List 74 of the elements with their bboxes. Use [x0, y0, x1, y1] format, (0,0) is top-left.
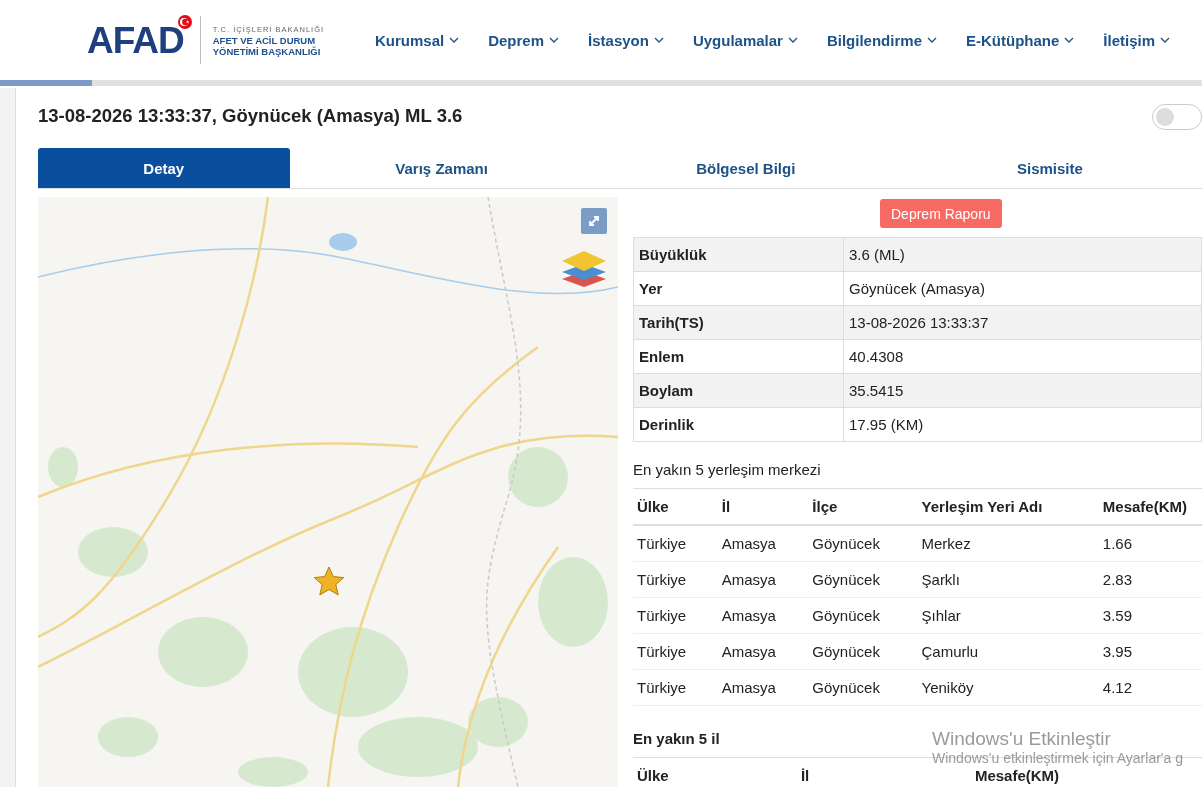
- event-title: 13-08-2026 13:33:37, Göynücek (Amasya) ML 3.6: [38, 105, 463, 128]
- tab[interactable]: Sismisite: [897, 148, 1202, 188]
- column-header: Mesafe(KM): [1098, 488, 1202, 525]
- expand-icon: [587, 214, 601, 228]
- table-cell: Göynücek: [808, 669, 918, 706]
- nav-menu-item[interactable]: Uygulamalar: [692, 31, 798, 49]
- nav-menu-item[interactable]: Bilgilendirme: [826, 31, 937, 49]
- table-cell: 3.59: [1098, 597, 1202, 634]
- chevron-down-icon: [787, 36, 798, 44]
- column-header: Ülke: [633, 488, 718, 525]
- detail-value: 13-08-2026 13:33:37: [843, 305, 1202, 340]
- fullscreen-button[interactable]: [581, 208, 607, 234]
- chevron-down-icon: [653, 36, 664, 44]
- table-cell: Amasya: [717, 561, 809, 598]
- star-marker-icon[interactable]: [313, 566, 345, 596]
- logo-wordmark: AFAD: [87, 19, 184, 61]
- nav-menu-item[interactable]: Kurumsal: [375, 31, 460, 49]
- table-cell: Göynücek: [808, 633, 918, 670]
- table-cell: Göynücek: [808, 561, 918, 598]
- detail-value: 3.6 (ML): [843, 237, 1202, 272]
- table-cell: Türkiye: [633, 597, 718, 634]
- detail-value: 17.95 (KM): [843, 407, 1202, 442]
- table-cell: Amasya: [717, 633, 809, 670]
- column-header: İlçe: [808, 488, 918, 525]
- column-header: İl: [717, 488, 809, 525]
- detail-value: 40.4308: [843, 339, 1202, 374]
- section-heading: En yakın 5 il: [633, 730, 720, 748]
- activation-notice-title: Windows'u Etkinleştir: [932, 728, 1112, 750]
- table-cell: Türkiye: [633, 561, 718, 598]
- table-cell: Çamurlu: [917, 633, 1099, 670]
- table-cell: Göynücek: [808, 525, 918, 562]
- tab[interactable]: Bölgesel Bilgi: [593, 148, 898, 188]
- table-cell: Amasya: [717, 669, 809, 706]
- detail-label: Derinlik: [633, 407, 844, 442]
- detail-value: Göynücek (Amasya): [843, 271, 1202, 306]
- section-heading: En yakın 5 yerleşim merkezi: [633, 461, 821, 479]
- nav-menu-item[interactable]: E-Kütüphane: [966, 31, 1075, 49]
- toggle-switch[interactable]: [1152, 104, 1202, 130]
- table-cell: 2.83: [1098, 561, 1202, 598]
- chevron-down-icon: [927, 36, 937, 44]
- chevron-down-icon: [1160, 36, 1170, 44]
- table-cell: 3.95: [1098, 633, 1202, 670]
- activation-notice-text: Windows'u etkinleştirmek için Ayarlar'a g: [932, 750, 1183, 767]
- tab[interactable]: Detay: [38, 148, 290, 188]
- table-cell: Şarklı: [917, 561, 1099, 598]
- nav-menu-item[interactable]: Deprem: [488, 31, 560, 49]
- table-cell: Yeniköy: [917, 669, 1099, 706]
- nav-menu-item[interactable]: İstasyon: [588, 31, 664, 49]
- table-cell: 4.12: [1098, 669, 1202, 706]
- tab[interactable]: Varış Zamanı: [289, 148, 594, 188]
- table-cell: Türkiye: [633, 669, 718, 706]
- detail-label: Büyüklük: [633, 237, 844, 272]
- chevron-down-icon: [449, 36, 460, 44]
- table-cell: Göynücek: [808, 597, 918, 634]
- detail-label: Boylam: [633, 373, 844, 408]
- nav-menu-item[interactable]: İletişim: [1103, 31, 1170, 49]
- table-cell: Merkez: [917, 525, 1099, 562]
- agency-name: YÖNETİMİ BAŞKANLIĞI: [212, 45, 322, 57]
- table-cell: Türkiye: [633, 633, 718, 670]
- table-cell: Amasya: [717, 525, 809, 562]
- column-header: Ülke: [633, 757, 797, 787]
- detail-label: Yer: [633, 271, 844, 306]
- detail-label: Enlem: [633, 339, 844, 374]
- layers-icon[interactable]: [560, 249, 608, 289]
- table-cell: Amasya: [717, 597, 809, 634]
- table-cell: 1.66: [1098, 525, 1202, 562]
- table-cell: Şıhlar: [917, 597, 1099, 634]
- table-cell: Türkiye: [633, 525, 718, 562]
- chevron-down-icon: [1064, 36, 1075, 44]
- detail-label: Tarih(TS): [633, 305, 844, 340]
- agency-name: AFET VE ACİL DURUM: [212, 34, 317, 46]
- chevron-down-icon: [549, 36, 560, 44]
- column-header: Yerleşim Yeri Adı: [917, 488, 1099, 525]
- detail-value: 35.5415: [843, 373, 1202, 408]
